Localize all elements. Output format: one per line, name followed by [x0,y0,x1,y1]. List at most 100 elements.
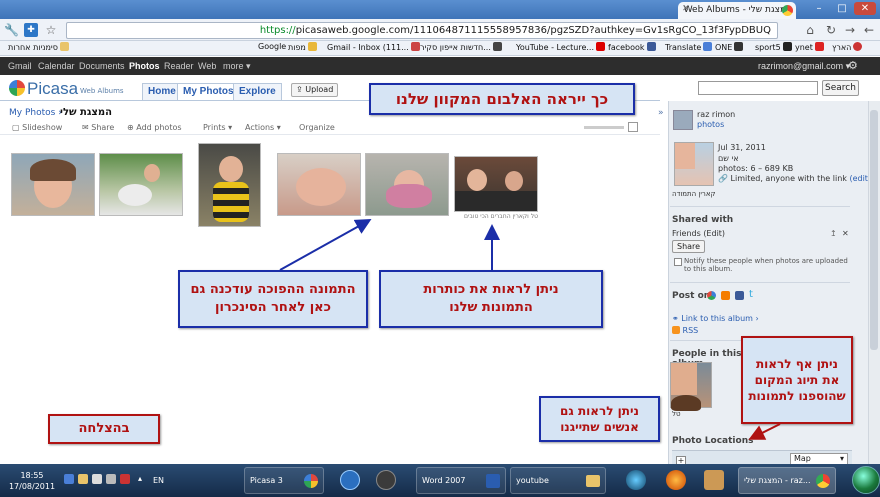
photo-thumbnail-rotated[interactable] [365,153,449,216]
link-to-album[interactable]: ⚭ Link to this album › [672,314,759,323]
tray-signal-icon[interactable] [92,474,102,484]
task-youtube-folder[interactable]: youtube [510,467,606,494]
bookmark-maps[interactable]: מפות [288,42,317,52]
tray-antivirus-icon[interactable] [120,474,130,484]
breadcrumb-my-photos[interactable]: My Photos › [9,108,62,118]
language-indicator[interactable]: EN [153,476,164,485]
facebook-share-icon[interactable] [735,291,744,300]
arrow-to-rotated-photo [279,219,372,271]
maps-icon [307,42,317,51]
bookmark-other[interactable]: סימניות אחרות [8,42,69,52]
one-icon [734,42,744,51]
task-chrome[interactable]: המצגת שלי - raz... [738,467,836,494]
tab-explore[interactable]: Explore [233,83,282,100]
picasa-logo[interactable]: Picasa [9,79,78,99]
notify-checkbox[interactable] [674,258,682,266]
tray-flag-icon[interactable] [78,474,88,484]
bookmark-gmail[interactable]: Gmail - Inbox (111... [327,42,420,52]
minimize-button[interactable]: – [808,2,830,15]
bookmark-one[interactable]: ONE [715,42,744,52]
bookmark-star-icon[interactable]: ☆ [44,23,58,37]
bookmark-ynet[interactable]: ynet [795,42,824,52]
search-input[interactable] [698,81,818,95]
start-button[interactable] [852,466,880,494]
photo-dog [118,184,152,206]
gbar-gmail[interactable]: Gmail [8,61,32,71]
photo-thumbnail[interactable] [277,153,361,216]
reload-icon[interactable]: ↻ [824,23,838,37]
blogger-icon[interactable] [721,291,730,300]
person-name[interactable]: טל [672,410,681,418]
photo-thumbnail-portrait[interactable] [198,143,261,227]
organize-button[interactable]: Organize [299,123,335,132]
gbar-web[interactable]: Web [198,61,216,71]
browser-tab[interactable]: המצגת שלי - Web Albums ✕ [678,2,796,19]
back-icon[interactable]: ← [862,23,876,37]
forward-icon[interactable]: → [843,23,857,37]
expand-arrow-icon[interactable]: ↥ [830,229,837,238]
address-bar[interactable]: https://picasaweb.google.com/11106487111… [66,22,778,39]
add-photos-button[interactable]: ⊕ Add photos [127,123,182,132]
rss-link[interactable]: RSS [672,326,698,335]
mail-icon: ✉ [82,123,92,132]
bookmark-iphone-news[interactable]: חדשות אייפון סקיר... [420,42,502,52]
bookmark-google[interactable]: Google [258,42,286,51]
home-icon[interactable]: ⌂ [803,23,817,37]
bookmark-translate[interactable]: Translate [665,42,713,52]
gbar-reader[interactable]: Reader [164,61,194,71]
wrench-icon[interactable]: 🔧 [4,23,19,37]
album-cover[interactable] [674,142,714,186]
slideshow-button[interactable]: ▢ Slideshow [12,123,62,132]
taskbar-clock[interactable]: 18:55 17/08/2011 [4,470,60,492]
bookmark-sport5[interactable]: sport5 [755,42,792,52]
remove-share-icon[interactable]: ✕ [842,229,849,238]
tray-network-icon[interactable] [64,474,74,484]
tab-my-photos[interactable]: My Photos [177,83,240,100]
task-picasa[interactable]: Picasa 3 [244,467,324,494]
zoom-slider[interactable] [584,126,624,129]
notify-label: Notify these people when photos are uplo… [684,257,848,273]
app-icon[interactable] [340,470,360,490]
account-email[interactable]: razrimon@gmail.com ▾ [758,61,850,72]
share-button[interactable]: ✉ Share [82,123,114,132]
bookmark-youtube[interactable]: YouTube - Lecture... [516,42,606,52]
bookmark-facebook[interactable]: facebook [608,42,656,52]
steam-icon[interactable] [376,470,396,490]
task-word[interactable]: Word 2007 [416,467,506,494]
settings-gear-icon[interactable]: ⚙ [848,59,858,72]
close-window-button[interactable]: ✕ [854,2,876,15]
owner-photos-link[interactable]: photos [697,120,724,129]
buzz-icon[interactable] [707,291,716,300]
tab-home[interactable]: Home [142,83,182,100]
gbar-calendar[interactable]: Calendar [38,61,75,71]
gbar-documents[interactable]: Documents [79,61,125,71]
share-album-button[interactable]: Share [672,240,706,253]
chain-icon: ⚭ [672,314,682,323]
scrollbar-thumb[interactable] [870,110,878,350]
firefox-icon[interactable] [666,470,686,490]
gbar-more[interactable]: more ▾ [223,61,251,72]
actions-menu[interactable]: Actions ▾ [245,123,281,132]
tab-close-icon[interactable]: ✕ [682,4,690,14]
app-icon[interactable] [704,470,724,490]
gbar-photos[interactable]: Photos [129,61,160,71]
chevron-down-icon: ▾ [839,454,844,463]
shared-with-heading: Shared with [672,215,734,225]
photo-thumbnail-captioned[interactable] [454,156,538,212]
owner-avatar[interactable] [673,110,693,130]
twitter-icon[interactable]: t [749,289,753,300]
app-icon[interactable] [626,470,646,490]
large-thumbs-icon[interactable] [628,122,638,132]
prints-menu[interactable]: Prints ▾ [203,123,232,132]
photo-thumbnail[interactable] [11,153,95,216]
tray-volume-icon[interactable] [106,474,116,484]
photo-thumbnail[interactable] [99,153,183,216]
extension-icon[interactable]: ✚ [24,23,38,37]
search-button[interactable]: Search [822,80,859,96]
collapse-panel-icon[interactable]: » [658,108,664,118]
maximize-button[interactable]: □ [831,2,853,15]
upload-button[interactable]: ⇪ Upload [291,83,339,97]
bookmark-haaretz[interactable]: הארץ [832,42,863,52]
person-face[interactable] [670,362,712,411]
tray-expand-icon[interactable]: ▴ [138,474,142,483]
